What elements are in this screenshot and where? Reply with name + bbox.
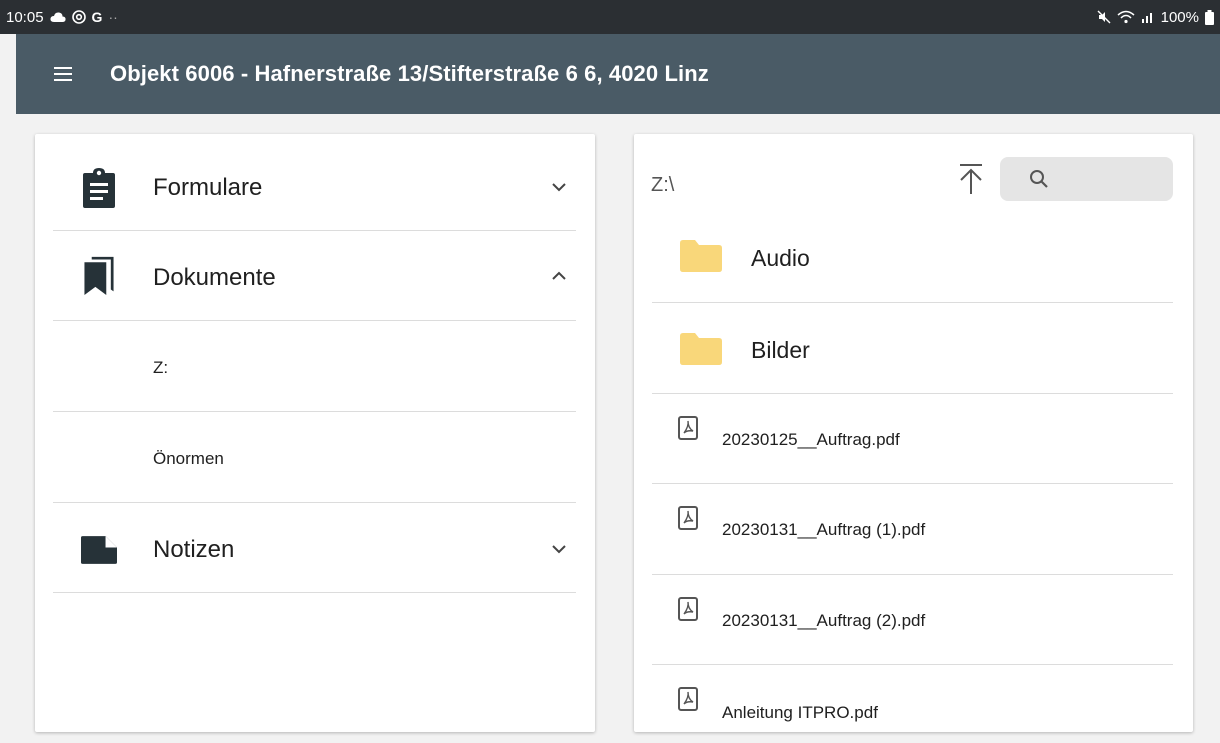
status-time: 10:05	[6, 8, 44, 26]
pdf-icon	[678, 687, 698, 711]
nav-subitem-label: Z:	[153, 358, 169, 377]
folder-row-bilder[interactable]: Bilder	[652, 303, 1173, 394]
folder-name: Bilder	[751, 337, 810, 363]
folder-icon	[680, 333, 722, 365]
clipboard-icon	[83, 168, 115, 208]
pdf-icon	[678, 597, 698, 621]
menu-button[interactable]	[44, 55, 82, 93]
file-row[interactable]: 20230125__Auftrag.pdf	[652, 394, 1173, 484]
at-sign-icon	[71, 10, 86, 24]
nav-section-label: Formulare	[153, 174, 263, 201]
hamburger-line	[54, 79, 72, 81]
nav-section-label: Notizen	[153, 536, 235, 563]
mute-icon	[1097, 10, 1111, 24]
file-name: 20230125__Auftrag.pdf	[722, 430, 900, 449]
navigation-panel: Formulare Dokumente Z: Önormen Notizen	[35, 134, 595, 732]
file-row[interactable]: 20230131__Auftrag (2).pdf	[652, 575, 1173, 665]
pdf-icon	[678, 506, 698, 530]
page-title: Objekt 6006 - Hafnerstraße 13/Stifterstr…	[110, 61, 709, 86]
chevron-down-icon	[552, 545, 566, 554]
chevron-down-icon	[552, 183, 566, 192]
hamburger-line	[54, 73, 72, 75]
battery-icon	[1205, 9, 1214, 25]
file-row[interactable]: 20230131__Auftrag (1).pdf	[652, 484, 1173, 575]
file-name: 20230131__Auftrag (2).pdf	[722, 611, 926, 630]
wifi-icon	[1117, 10, 1135, 24]
app-bar: Objekt 6006 - Hafnerstraße 13/Stifterstr…	[16, 34, 1220, 114]
navigate-up-button[interactable]	[956, 162, 986, 196]
folder-icon	[680, 240, 722, 272]
pdf-icon	[678, 416, 698, 440]
nav-section-notizen[interactable]: Notizen	[53, 503, 576, 593]
nav-section-label: Dokumente	[153, 264, 276, 291]
google-g-icon: G	[91, 9, 103, 25]
status-left: 10:05 G ··	[6, 9, 118, 26]
note-icon	[81, 536, 117, 564]
file-browser-panel: Z:\ Audio Bilder 20230125__Auftrag.pdf 2…	[634, 134, 1193, 732]
search-input[interactable]	[1060, 157, 1177, 203]
nav-section-formulare[interactable]: Formulare	[53, 140, 576, 231]
folder-name: Audio	[751, 245, 810, 271]
nav-section-dokumente[interactable]: Dokumente	[53, 231, 576, 321]
nav-subitem-onormen[interactable]: Önormen	[53, 412, 576, 503]
more-dots-icon: ··	[108, 9, 118, 25]
nav-subitem-label: Önormen	[153, 449, 224, 468]
file-name: 20230131__Auftrag (1).pdf	[722, 520, 926, 539]
signal-icon	[1141, 13, 1152, 23]
folder-row-audio[interactable]: Audio	[652, 212, 1173, 303]
bookmarks-icon	[84, 256, 114, 295]
hamburger-icon	[54, 67, 72, 69]
nav-subitem-z[interactable]: Z:	[53, 321, 576, 412]
chevron-up-icon	[552, 271, 566, 280]
search-box[interactable]	[1000, 157, 1177, 203]
cloud-icon	[49, 12, 66, 22]
status-right: 100%	[1097, 9, 1214, 26]
status-bar: 10:05 G ·· 100%	[0, 0, 1220, 34]
search-icon	[1030, 170, 1048, 188]
file-name: Anleitung ITPRO.pdf	[722, 703, 878, 722]
current-path: Z:\	[651, 174, 675, 196]
file-row[interactable]: Anleitung ITPRO.pdf	[652, 665, 1173, 732]
battery-percent: 100%	[1160, 8, 1199, 26]
